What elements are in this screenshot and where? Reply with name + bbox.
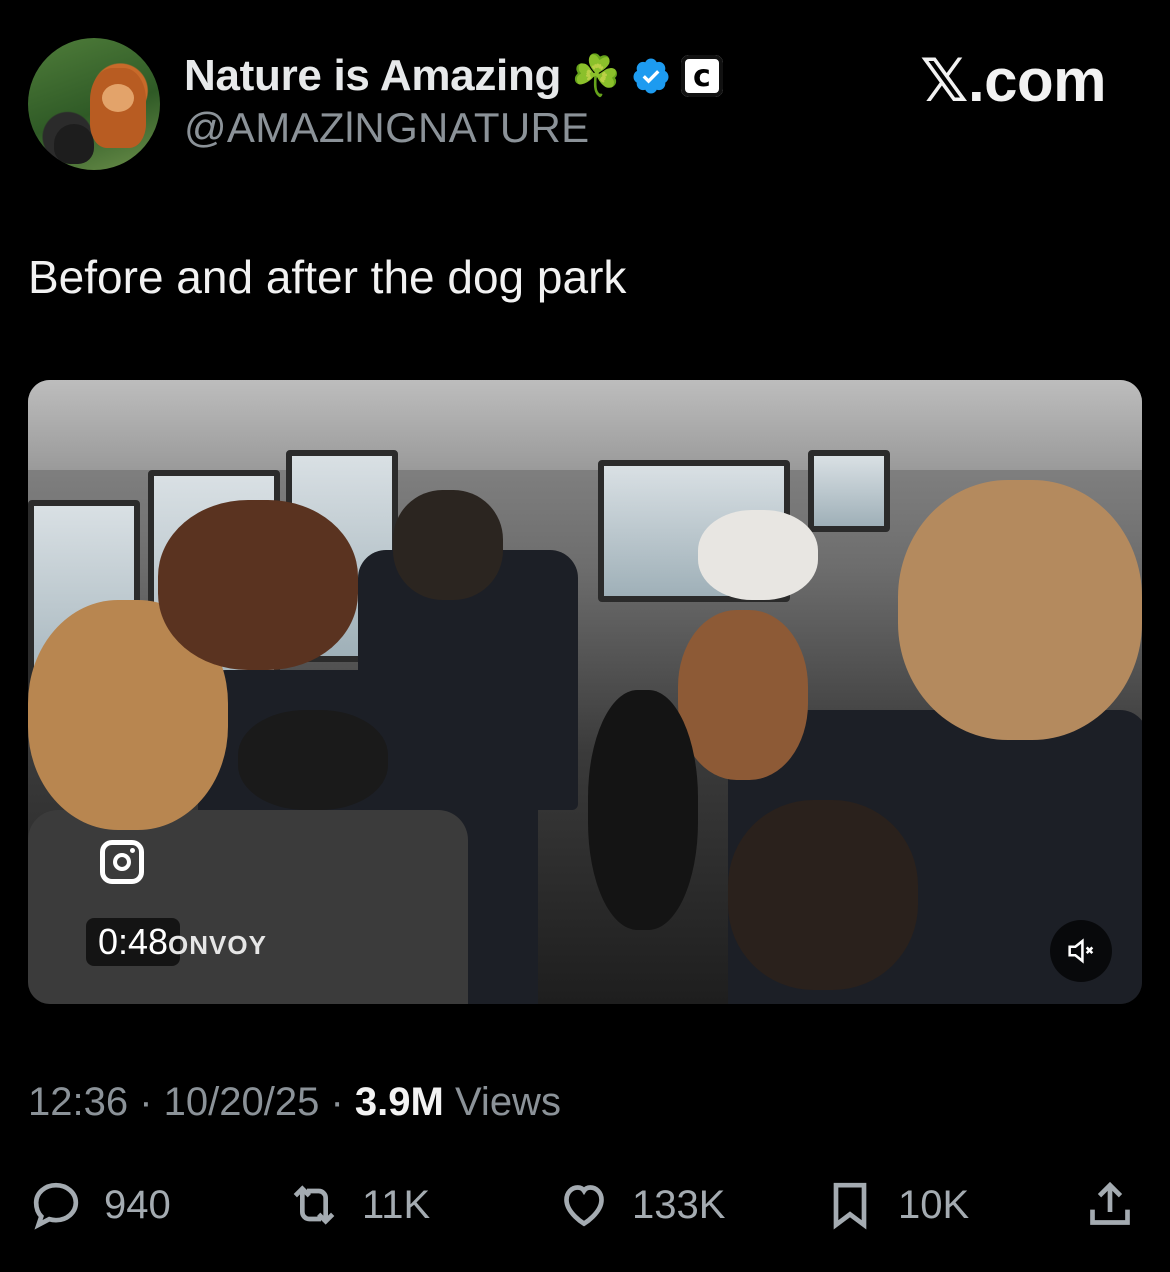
author-handle[interactable]: @AMAZlNGNATURE xyxy=(184,104,589,152)
dog-tan xyxy=(898,480,1142,740)
tweet-text: Before and after the dog park xyxy=(28,251,627,303)
author-name-row: Nature is Amazing ☘️ c xyxy=(184,48,723,104)
tweet-date[interactable]: 10/20/25 xyxy=(164,1080,320,1124)
mute-button[interactable] xyxy=(1050,920,1112,982)
bus-window xyxy=(808,450,890,532)
bus-ceiling xyxy=(28,380,1142,470)
tweet-meta: 12:36 · 10/20/25 · 3.9M Views xyxy=(28,1080,561,1125)
meta-separator: · xyxy=(128,1080,164,1124)
affiliate-badge-icon[interactable]: c xyxy=(680,55,723,97)
dog-brown xyxy=(158,500,358,670)
clover-emoji: ☘️ xyxy=(571,54,621,98)
tweet-time[interactable]: 12:36 xyxy=(28,1080,128,1124)
views-label: Views xyxy=(454,1080,561,1124)
like-icon xyxy=(564,1185,604,1227)
avatar-orangutan-face xyxy=(102,84,134,112)
site-label: 𝕏.com xyxy=(920,47,1106,114)
reply-icon xyxy=(33,1182,79,1230)
action-bar: 940 11K 133K 10K xyxy=(28,1170,1142,1240)
reply-count: 940 xyxy=(104,1182,171,1227)
dog-black-puppy xyxy=(238,710,388,810)
video-duration: 0:48 xyxy=(86,918,181,966)
repost-icon xyxy=(293,1185,335,1225)
mute-icon xyxy=(1068,938,1094,964)
bookmark-button[interactable]: 10K xyxy=(822,1170,969,1240)
views-count[interactable]: 3.9M xyxy=(355,1080,444,1124)
share-icon xyxy=(1090,1181,1130,1225)
dog-dark-brown xyxy=(393,490,503,600)
bookmark-count: 10K xyxy=(898,1182,970,1227)
dog-tricolor xyxy=(728,800,918,990)
repost-count: 11K xyxy=(362,1182,431,1227)
verified-icon[interactable] xyxy=(631,56,671,96)
like-button[interactable]: 133K xyxy=(556,1170,725,1240)
video-watermark: ONVOY xyxy=(168,930,267,960)
author-display-name[interactable]: Nature is Amazing xyxy=(184,51,561,101)
dog-black xyxy=(588,690,698,930)
video-player[interactable]: 0:48 ONVOY xyxy=(28,380,1142,1004)
instagram-icon xyxy=(100,840,144,884)
avatar-dog xyxy=(54,124,94,164)
reply-button[interactable]: 940 xyxy=(28,1170,171,1240)
like-count: 133K xyxy=(632,1182,726,1227)
share-button[interactable] xyxy=(1082,1170,1138,1240)
dog-white-poodle xyxy=(698,510,818,600)
dog-red xyxy=(678,610,808,780)
avatar[interactable] xyxy=(28,38,160,170)
repost-button[interactable]: 11K xyxy=(286,1170,430,1240)
bus-seat xyxy=(28,810,468,1004)
bookmark-icon xyxy=(833,1182,867,1230)
meta-separator: · xyxy=(319,1080,355,1124)
